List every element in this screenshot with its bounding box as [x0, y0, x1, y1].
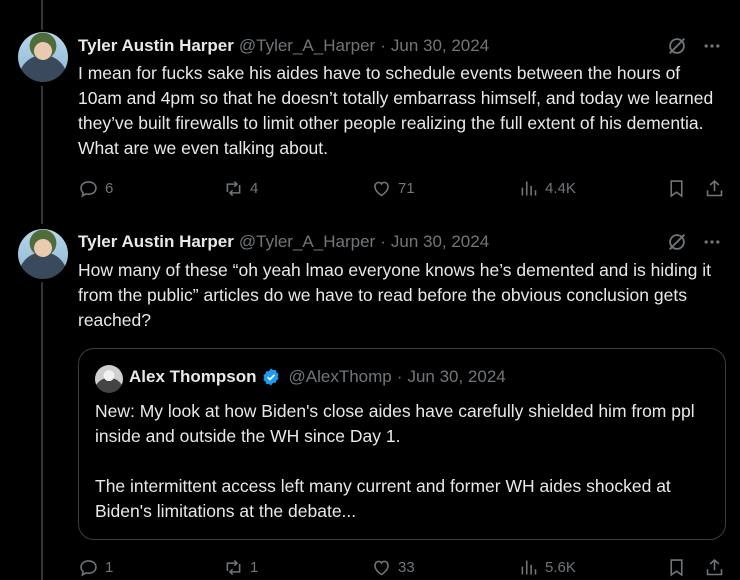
like-icon [374, 560, 389, 575]
repost-count: 1 [250, 558, 259, 576]
bookmark-icon [670, 179, 683, 197]
tweet-text: I mean for fucks sake his aides have to … [78, 63, 714, 158]
more-icon[interactable] [702, 232, 722, 252]
share-icon [706, 558, 723, 575]
repost-button[interactable]: 1 [223, 555, 258, 579]
quoted-tweet-header: Alex Thompson @AlexThomp · Jun 30, 2024 [129, 367, 506, 387]
quoted-tweet[interactable]: Alex Thompson @AlexThomp · Jun 30, 2024 … [78, 348, 726, 540]
reply-button[interactable]: 1 [78, 555, 113, 579]
repost-icon [226, 180, 241, 196]
author-avatar[interactable] [18, 229, 68, 279]
quoted-tweet-date: Jun 30, 2024 [407, 367, 506, 386]
views-button[interactable]: 4.4K [518, 176, 576, 200]
tweet-1[interactable]: Tyler Austin Harper @Tyler_A_Harper · Ju… [0, 0, 740, 224]
tweet-actions: 1 1 33 5.6K [78, 555, 726, 579]
share-icon [706, 179, 723, 196]
tweet-date[interactable]: Jun 30, 2024 [391, 232, 489, 252]
bookmark-icon [670, 558, 683, 576]
reply-icon [80, 559, 97, 577]
share-button[interactable] [704, 555, 725, 579]
separator-dot: · [396, 367, 403, 386]
tweet-actions: 6 4 71 4.4K [78, 176, 726, 200]
author-avatar[interactable] [18, 32, 68, 82]
quoted-paragraph-1: New: My look at how Biden's close aides … [95, 401, 695, 446]
author-name[interactable]: Tyler Austin Harper [78, 36, 234, 56]
grok-icon[interactable] [666, 231, 688, 253]
author-name[interactable]: Tyler Austin Harper [78, 232, 234, 252]
tweet-header: Tyler Austin Harper @Tyler_A_Harper · Ju… [78, 35, 722, 57]
repost-count: 4 [250, 179, 259, 197]
bookmark-button[interactable] [666, 555, 687, 579]
reply-count: 1 [105, 558, 114, 576]
views-button[interactable]: 5.6K [518, 555, 576, 579]
views-icon [521, 181, 537, 195]
quoted-author-name: Alex Thompson [129, 367, 257, 386]
tweet-2[interactable]: Tyler Austin Harper @Tyler_A_Harper · Ju… [0, 224, 740, 580]
bookmark-button[interactable] [666, 176, 687, 200]
views-count: 5.6K [545, 558, 576, 576]
repost-button[interactable]: 4 [223, 176, 258, 200]
reply-count: 6 [105, 179, 114, 197]
share-button[interactable] [704, 176, 725, 200]
separator-dot: · [380, 232, 386, 251]
views-count: 4.4K [545, 179, 576, 197]
separator-dot: · [380, 36, 386, 55]
views-icon [521, 560, 537, 574]
quoted-tweet-text: New: My look at how Biden's close aides … [95, 399, 715, 524]
tweet-text: How many of these “oh yeah lmao everyone… [78, 260, 711, 330]
author-handle[interactable]: @Tyler_A_Harper [239, 36, 375, 56]
reply-button[interactable]: 6 [78, 176, 113, 200]
reply-icon [80, 180, 97, 198]
quoted-author-handle: @AlexThomp [288, 367, 392, 386]
like-button[interactable]: 33 [371, 555, 415, 579]
grok-icon[interactable] [666, 35, 688, 57]
like-count: 33 [398, 558, 415, 576]
like-icon [374, 181, 389, 196]
like-button[interactable]: 71 [371, 176, 415, 200]
tweet-header: Tyler Austin Harper @Tyler_A_Harper · Ju… [78, 231, 722, 253]
more-icon[interactable] [702, 36, 722, 56]
repost-icon [226, 559, 241, 575]
tweet-date[interactable]: Jun 30, 2024 [391, 36, 489, 56]
quoted-paragraph-2: The intermittent access left many curren… [95, 476, 671, 521]
like-count: 71 [398, 179, 415, 197]
verified-badge-icon [261, 367, 281, 387]
quoted-author-avatar [95, 365, 123, 393]
author-handle[interactable]: @Tyler_A_Harper [239, 232, 375, 252]
